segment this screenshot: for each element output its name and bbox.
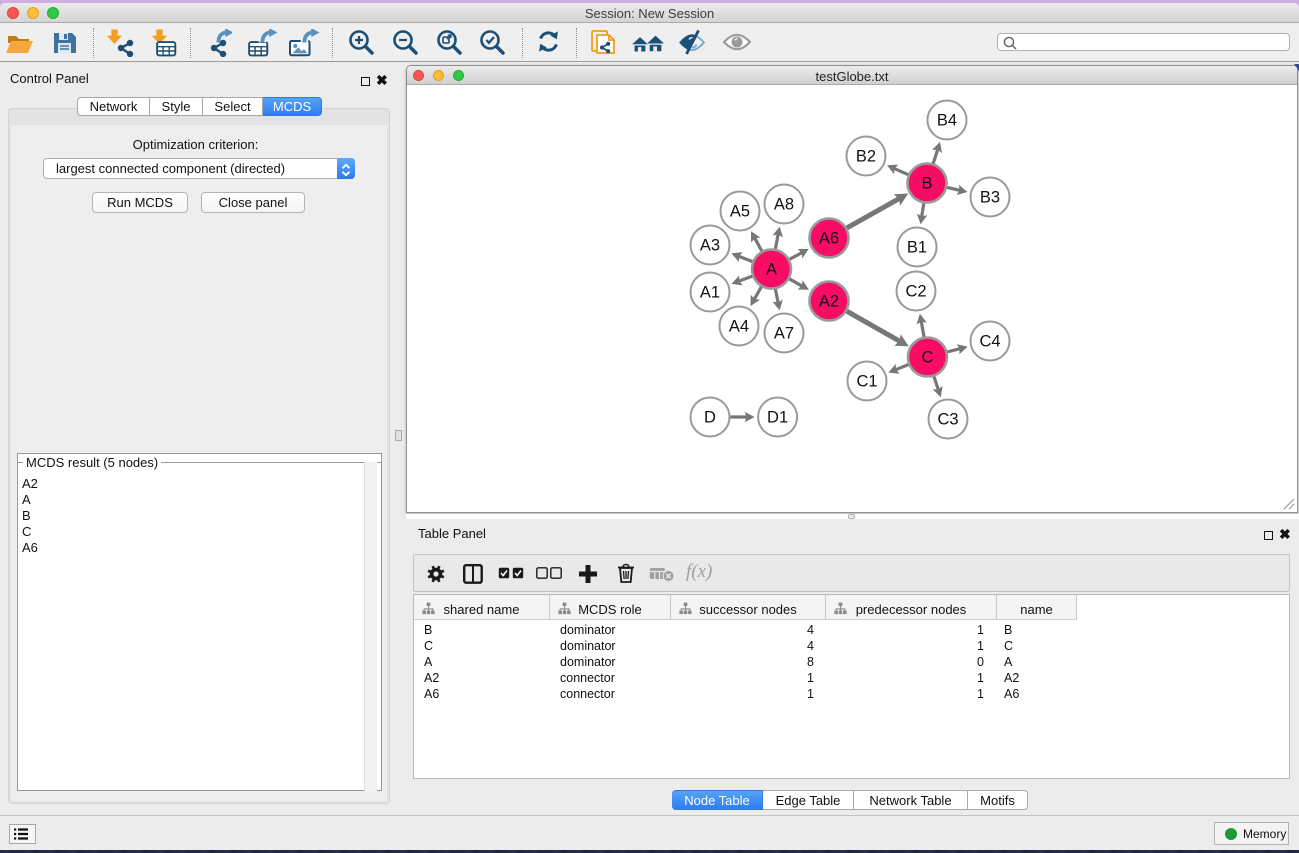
svg-text:C3: C3 [937, 411, 958, 429]
svg-text:A7: A7 [774, 325, 794, 343]
svg-text:C1: C1 [856, 373, 877, 391]
svg-text:A6: A6 [819, 230, 839, 248]
svg-text:B2: B2 [856, 148, 876, 166]
svg-text:B1: B1 [907, 239, 927, 257]
svg-text:C4: C4 [979, 333, 1000, 351]
svg-text:C: C [922, 349, 934, 367]
svg-text:A2: A2 [819, 293, 839, 311]
svg-text:A1: A1 [700, 284, 720, 302]
svg-text:B: B [921, 175, 932, 193]
svg-text:B3: B3 [980, 189, 1000, 207]
svg-text:D1: D1 [767, 409, 788, 427]
svg-text:A8: A8 [774, 196, 794, 214]
svg-text:D: D [704, 409, 716, 427]
svg-text:A: A [766, 261, 777, 279]
svg-text:C2: C2 [905, 283, 926, 301]
svg-text:A5: A5 [730, 203, 750, 221]
svg-text:A4: A4 [729, 318, 749, 336]
svg-text:A3: A3 [700, 237, 720, 255]
svg-text:B4: B4 [937, 112, 957, 130]
